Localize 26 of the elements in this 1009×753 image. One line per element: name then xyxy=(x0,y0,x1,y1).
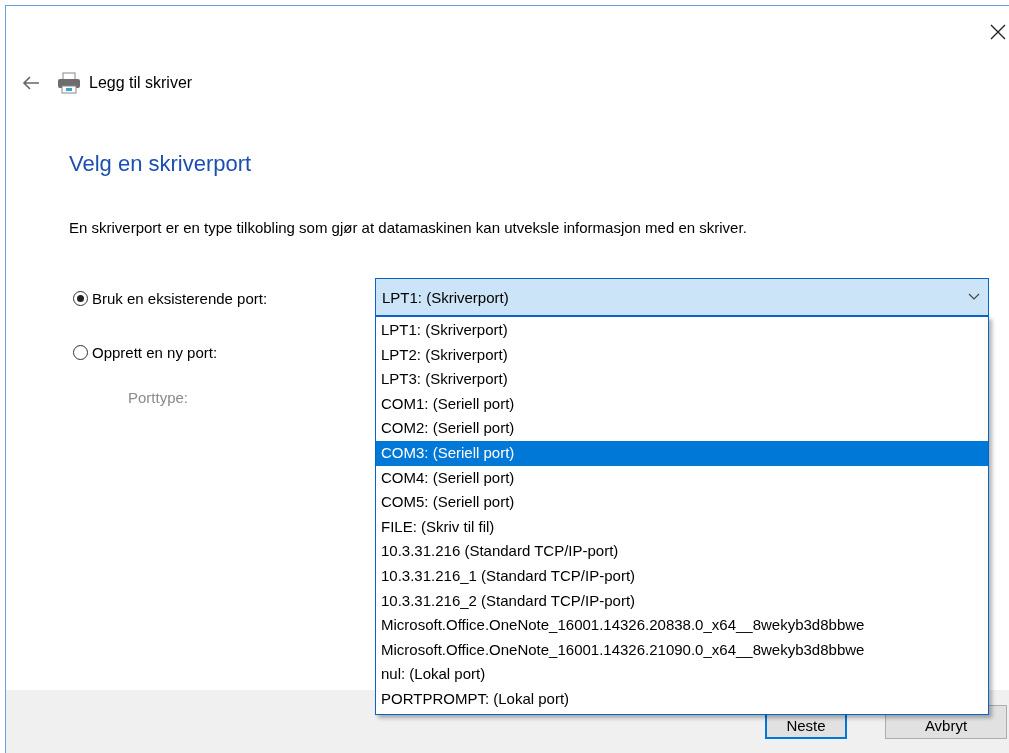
dropdown-item[interactable]: COM4: (Seriell port) xyxy=(376,465,988,491)
printer-icon xyxy=(57,72,81,94)
heading: Velg en skriverport xyxy=(69,151,253,178)
description: En skriverport er en type tilkobling som gjør at datamaskinen kan utveksle informasjon med en skriver. xyxy=(69,219,748,236)
dropdown-item[interactable]: LPT3: (Skriverport) xyxy=(376,367,988,392)
dropdown-item[interactable]: COM1: (Seriell port) xyxy=(376,391,988,417)
dialog-title: Legg til skriver xyxy=(89,74,193,92)
port-dropdown[interactable]: LPT1: (Skriverport) xyxy=(375,278,989,316)
dropdown-item[interactable]: LPT1: (Skriverport) xyxy=(376,318,988,343)
dropdown-item[interactable]: Microsoft.Office.OneNote_16001.14326.20838.0_x64__8wekyb3d8bbwe xyxy=(376,613,988,638)
caret-icon xyxy=(968,293,980,301)
radio-label[interactable]: Opprett en ny port: xyxy=(92,344,218,361)
radio-label[interactable]: Bruk en eksisterende port: xyxy=(92,290,268,307)
dropdown-item[interactable]: 10.3.31.216 (Standard TCP/IP-port) xyxy=(376,539,988,564)
dropdown-item[interactable]: COM3: (Seriell port) xyxy=(376,440,988,466)
dropdown-item[interactable]: FILE: (Skriv til fil) xyxy=(376,514,988,540)
dropdown-item[interactable]: COM5: (Seriell port) xyxy=(376,490,988,515)
dropdown-item[interactable]: 10.3.31.216_1 (Standard TCP/IP-port) xyxy=(376,563,988,589)
port-type-label: Porttype: xyxy=(128,389,189,406)
dropdown-item[interactable]: LPT2: (Skriverport) xyxy=(376,342,988,368)
dropdown-item[interactable]: Microsoft.Office.OneNote_16001.14326.21090.0_x64__8wekyb3d8bbwe xyxy=(376,637,988,663)
close-icon[interactable] xyxy=(989,23,1007,41)
back-arrow-icon[interactable] xyxy=(22,75,40,91)
dropdown-item[interactable]: 10.3.31.216_2 (Standard TCP/IP-port) xyxy=(376,588,988,614)
dropdown-item[interactable]: nul: (Lokal port) xyxy=(376,662,988,687)
dropdown-item[interactable]: COM2: (Seriell port) xyxy=(376,416,988,441)
